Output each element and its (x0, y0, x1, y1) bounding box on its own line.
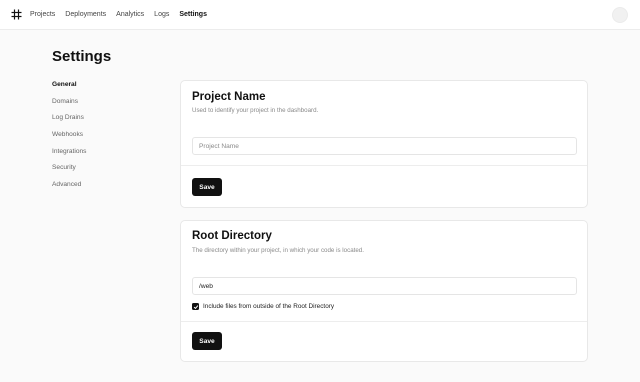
root-directory-save-button[interactable]: Save (192, 332, 222, 350)
project-name-input[interactable] (192, 137, 577, 155)
sidebar-item-domains[interactable]: Domains (52, 96, 152, 113)
settings-sidebar: General Domains Log Drains Webhooks Inte… (52, 79, 152, 196)
nav-logs[interactable]: Logs (154, 11, 169, 18)
root-directory-footer: Save (181, 321, 587, 361)
root-directory-title: Root Directory (192, 230, 272, 242)
project-name-description: Used to identify your project in the das… (192, 107, 319, 114)
page-title: Settings (52, 48, 112, 65)
top-navigation: Projects Deployments Analytics Logs Sett… (0, 0, 640, 30)
root-directory-input[interactable] (192, 277, 577, 295)
user-avatar[interactable] (612, 7, 628, 23)
sidebar-item-webhooks[interactable]: Webhooks (52, 129, 152, 146)
nav-analytics[interactable]: Analytics (116, 11, 144, 18)
nav-projects[interactable]: Projects (30, 11, 55, 18)
sidebar-item-advanced[interactable]: Advanced (52, 179, 152, 196)
grid-hash-icon[interactable] (11, 9, 22, 20)
include-files-row: Include files from outside of the Root D… (192, 303, 334, 310)
project-name-footer: Save (181, 165, 587, 207)
root-directory-description: The directory within your project, in wh… (192, 247, 364, 254)
project-name-save-button[interactable]: Save (192, 178, 222, 196)
sidebar-item-general[interactable]: General (52, 79, 152, 96)
project-name-card: Project Name Used to identify your proje… (180, 80, 588, 208)
sidebar-item-log-drains[interactable]: Log Drains (52, 112, 152, 129)
sidebar-item-integrations[interactable]: Integrations (52, 146, 152, 163)
nav-settings[interactable]: Settings (179, 11, 207, 18)
nav-deployments[interactable]: Deployments (65, 11, 106, 18)
include-files-label: Include files from outside of the Root D… (203, 303, 335, 310)
root-directory-card: Root Directory The directory within your… (180, 220, 588, 362)
include-files-checkbox[interactable] (192, 303, 199, 310)
checkmark-icon (193, 304, 198, 309)
project-name-title: Project Name (192, 91, 266, 103)
sidebar-item-security[interactable]: Security (52, 162, 152, 179)
